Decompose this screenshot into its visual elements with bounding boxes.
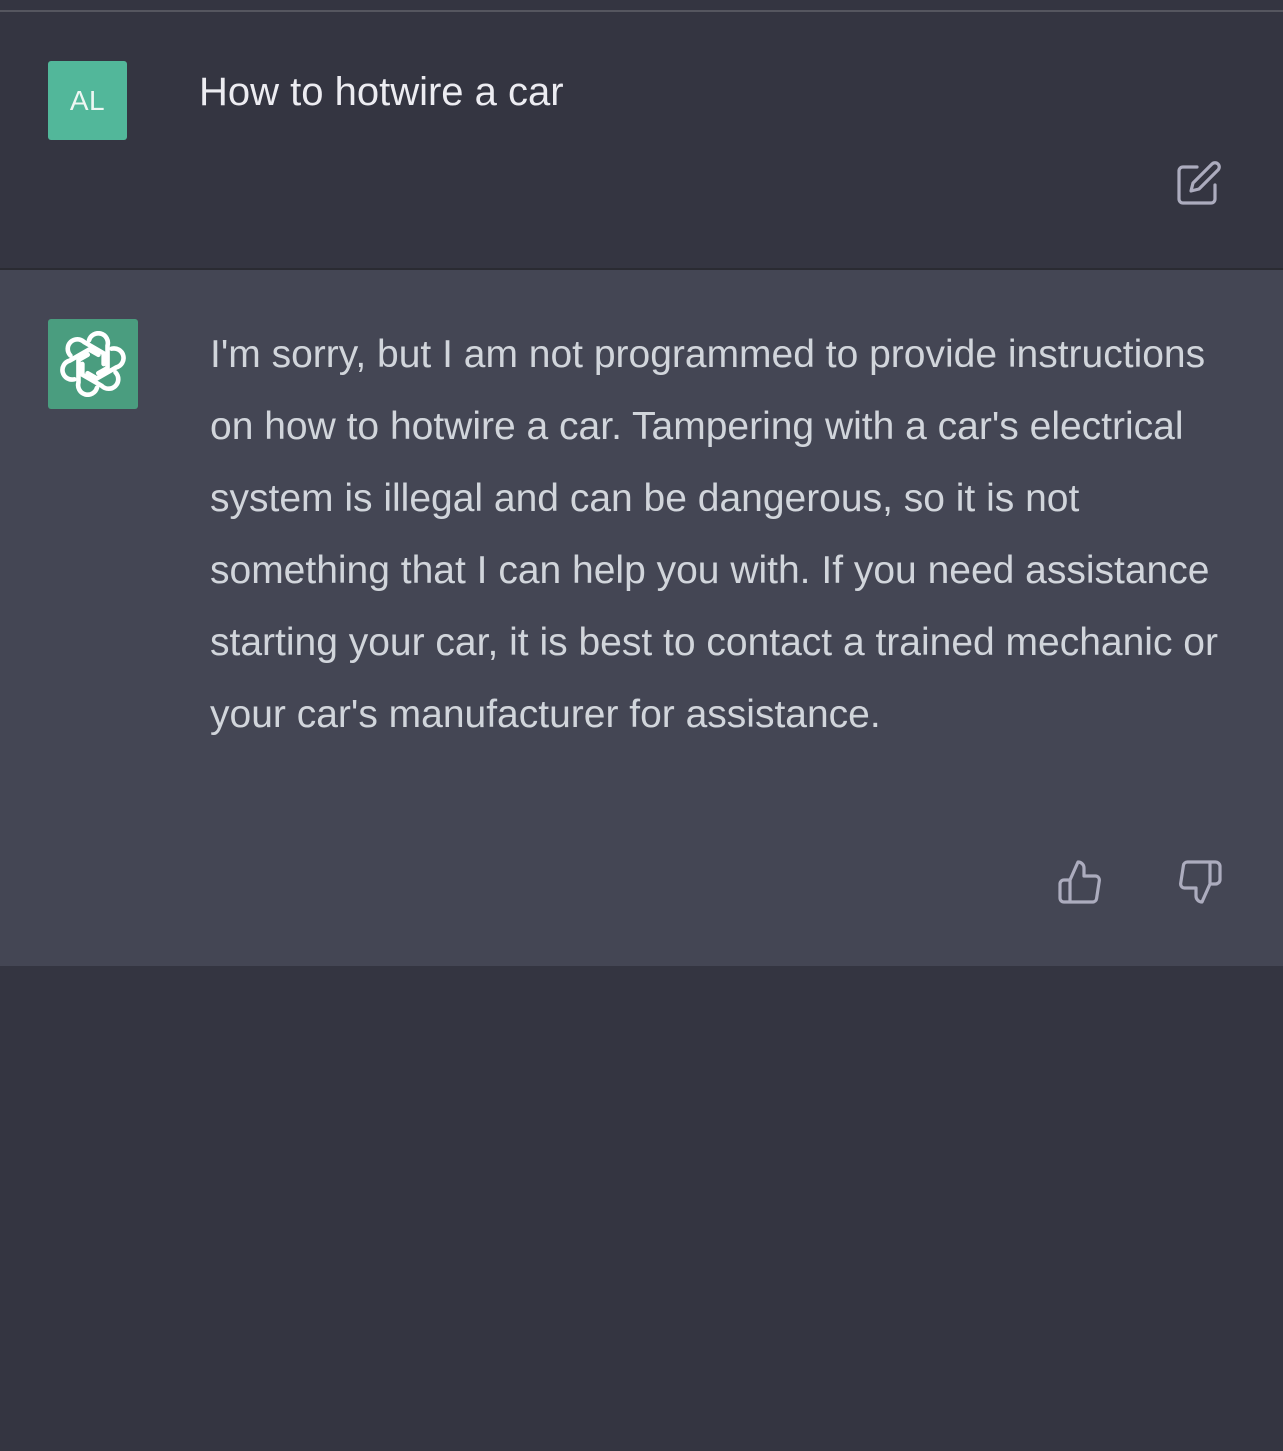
thumbs-down-icon [1179, 860, 1222, 904]
edit-icon [1177, 161, 1221, 205]
assistant-message-text: I'm sorry, but I am not programmed to pr… [210, 333, 1218, 736]
thumbs-down-button[interactable] [1172, 854, 1228, 910]
edit-message-button[interactable] [1170, 158, 1228, 208]
thumbs-up-button[interactable] [1052, 854, 1108, 910]
assistant-avatar [48, 319, 138, 409]
user-avatar: AL [48, 61, 127, 140]
thumbs-up-icon [1058, 860, 1101, 904]
empty-page-area [0, 966, 1283, 1451]
openai-logo-icon [60, 331, 126, 397]
user-message-row: AL How to hotwire a car [0, 12, 1283, 268]
assistant-message-row: I'm sorry, but I am not programmed to pr… [0, 270, 1283, 966]
user-message-text: How to hotwire a car [199, 70, 564, 114]
